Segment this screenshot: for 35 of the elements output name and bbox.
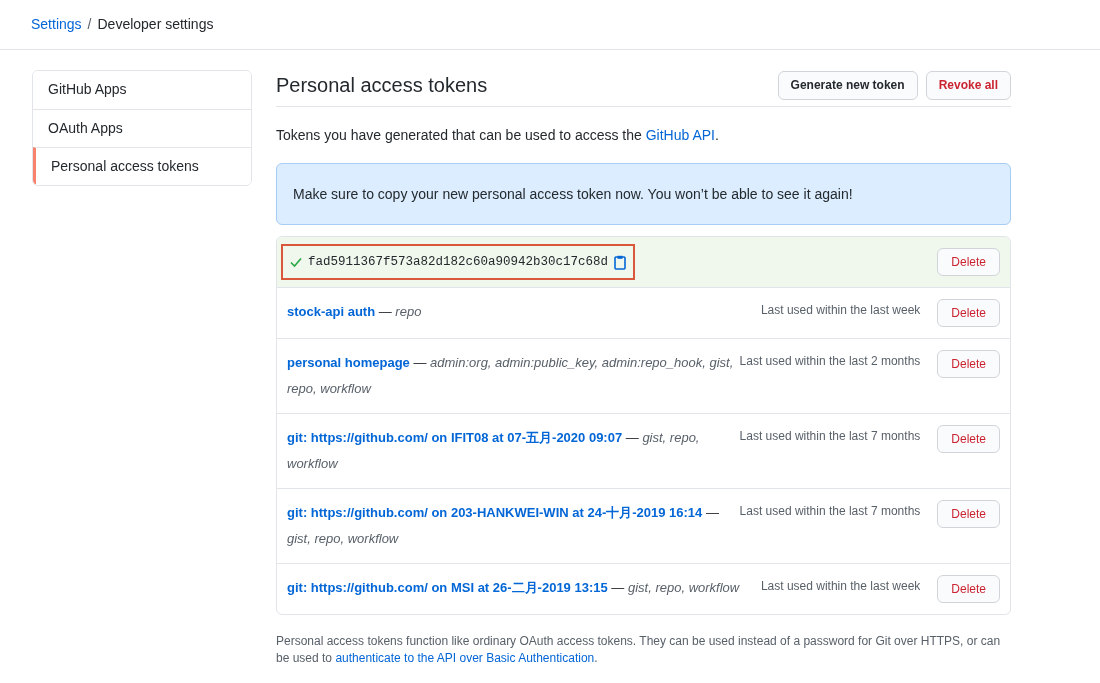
token-description: personal homepage — admin:org, admin:public_key, admin:repo_hook, gist, repo, workflow	[287, 354, 735, 398]
banner-text: Make sure to copy your new personal access token now. You won’t be able to see it again!	[293, 184, 853, 204]
breadcrumb-current: Developer settings	[97, 15, 214, 34]
revoke-all-button[interactable]: Revoke all	[925, 70, 1011, 100]
delete-button[interactable]: Delete	[937, 248, 1000, 276]
delete-button[interactable]: Delete	[937, 575, 1000, 603]
last-used-text: Last used within the last week	[760, 302, 921, 319]
token-description: stock-api auth — repo	[287, 303, 423, 321]
delete-button[interactable]: Delete	[937, 425, 1000, 453]
clipboard-icon[interactable]	[614, 254, 627, 270]
delete-button[interactable]: Delete	[937, 350, 1000, 378]
page-title: Personal access tokens	[276, 73, 488, 98]
token-name-link[interactable]: git: https://github.com/ on MSI at 26-二月-2019 13:15	[287, 580, 608, 595]
token-description: git: https://github.com/ on MSI at 26-二月-2019 13:15 — gist, repo, workflow	[287, 579, 741, 597]
token-name-link[interactable]: git: https://github.com/ on 203-HANKWEI-WIN at 24-十月-2019 16:14	[287, 505, 703, 520]
delete-button[interactable]: Delete	[937, 500, 1000, 528]
token-description: git: https://github.com/ on IFIT08 at 07-五月-2020 09:07 — gist, repo, workflow	[287, 429, 701, 473]
token-name-link[interactable]: git: https://github.com/ on IFIT08 at 07-五月-2020 09:07	[287, 430, 623, 445]
token-description: git: https://github.com/ on 203-HANKWEI-WIN at 24-十月-2019 16:14 — gist, repo, workflow	[287, 504, 720, 548]
last-used-text: Last used within the last 7 months	[739, 503, 921, 520]
breadcrumb-separator: /	[87, 15, 92, 34]
delete-button[interactable]: Delete	[937, 299, 1000, 327]
footnote-text: Personal access tokens function like ordinary OAuth access tokens. They can be used instead of a password for Git over HTTPS, or can be used to authenticate to the API over Basic Authentication.	[276, 633, 1002, 667]
last-used-text: Last used within the last 2 months	[739, 353, 921, 370]
sidebar-item[interactable]: Personal access tokens	[33, 147, 251, 185]
intro-text: Tokens you have generated that can be used to access the GitHub API.	[276, 126, 720, 145]
link[interactable]: GitHub API	[645, 127, 715, 143]
breadcrumb-link[interactable]: Settings	[31, 14, 82, 35]
check-icon	[290, 256, 302, 268]
generate-token-button[interactable]: Generate new token	[777, 70, 918, 100]
token-name-link[interactable]: stock-api auth	[287, 304, 376, 319]
token-value: fad5911367f573a82d182c60a90942b30c17c68d	[308, 253, 609, 271]
token-name-link[interactable]: personal homepage	[287, 355, 410, 370]
last-used-text: Last used within the last 7 months	[739, 428, 921, 445]
last-used-text: Last used within the last week	[760, 578, 921, 595]
